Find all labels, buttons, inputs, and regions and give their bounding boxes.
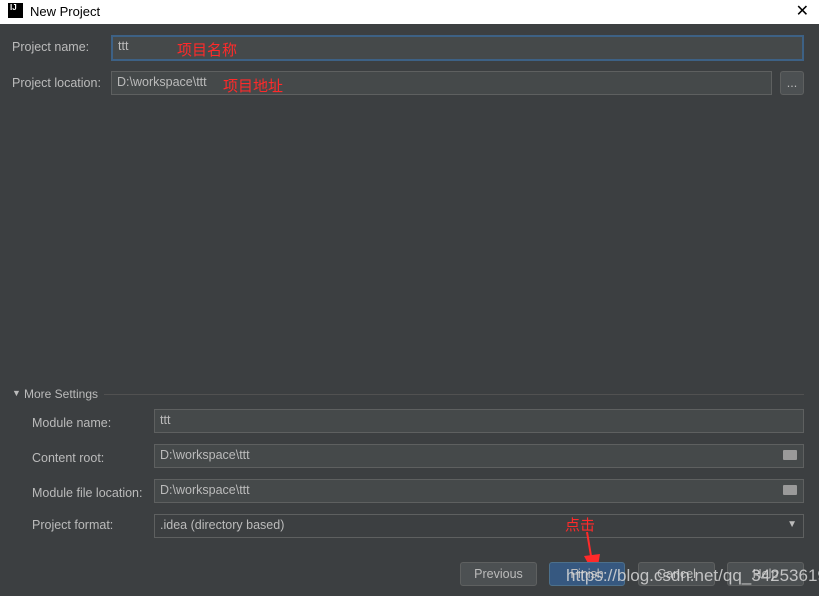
project-format-label: Project format:: [32, 518, 114, 532]
browse-button[interactable]: ...: [780, 71, 804, 95]
content-root-label: Content root:: [32, 451, 105, 465]
annotation-name: 项目名称: [177, 42, 238, 59]
folder-icon[interactable]: [783, 485, 797, 495]
module-file-value: D:\workspace\ttt: [160, 483, 250, 497]
title-bar: IJ New Project ✕: [0, 0, 819, 24]
chevron-down-icon: ▼: [787, 519, 797, 530]
annotation-location: 项目地址: [223, 78, 284, 95]
project-format-select[interactable]: .idea (directory based) ▼: [154, 514, 804, 538]
collapse-triangle-icon[interactable]: ▼: [12, 388, 21, 398]
module-file-label: Module file location:: [32, 486, 143, 500]
folder-icon[interactable]: [783, 450, 797, 460]
more-settings-toggle[interactable]: More Settings: [24, 387, 98, 401]
module-name-label: Module name:: [32, 416, 112, 430]
previous-button[interactable]: Previous: [460, 562, 537, 586]
module-file-input[interactable]: D:\workspace\ttt: [154, 479, 804, 503]
window-title: New Project: [30, 4, 101, 19]
watermark: https://blog.csdn.net/qq_34253619: [566, 566, 819, 585]
project-name-label: Project name:: [12, 40, 90, 54]
project-location-input[interactable]: D:\workspace\ttt: [111, 71, 772, 95]
module-name-input[interactable]: ttt: [154, 409, 804, 433]
content-root-value: D:\workspace\ttt: [160, 448, 250, 462]
project-location-label: Project location:: [12, 76, 101, 90]
intellij-logo-icon: IJ: [8, 3, 23, 18]
project-format-value: .idea (directory based): [160, 518, 285, 532]
content-root-input[interactable]: D:\workspace\ttt: [154, 444, 804, 468]
divider: [104, 394, 804, 395]
close-icon[interactable]: ✕: [796, 1, 809, 21]
